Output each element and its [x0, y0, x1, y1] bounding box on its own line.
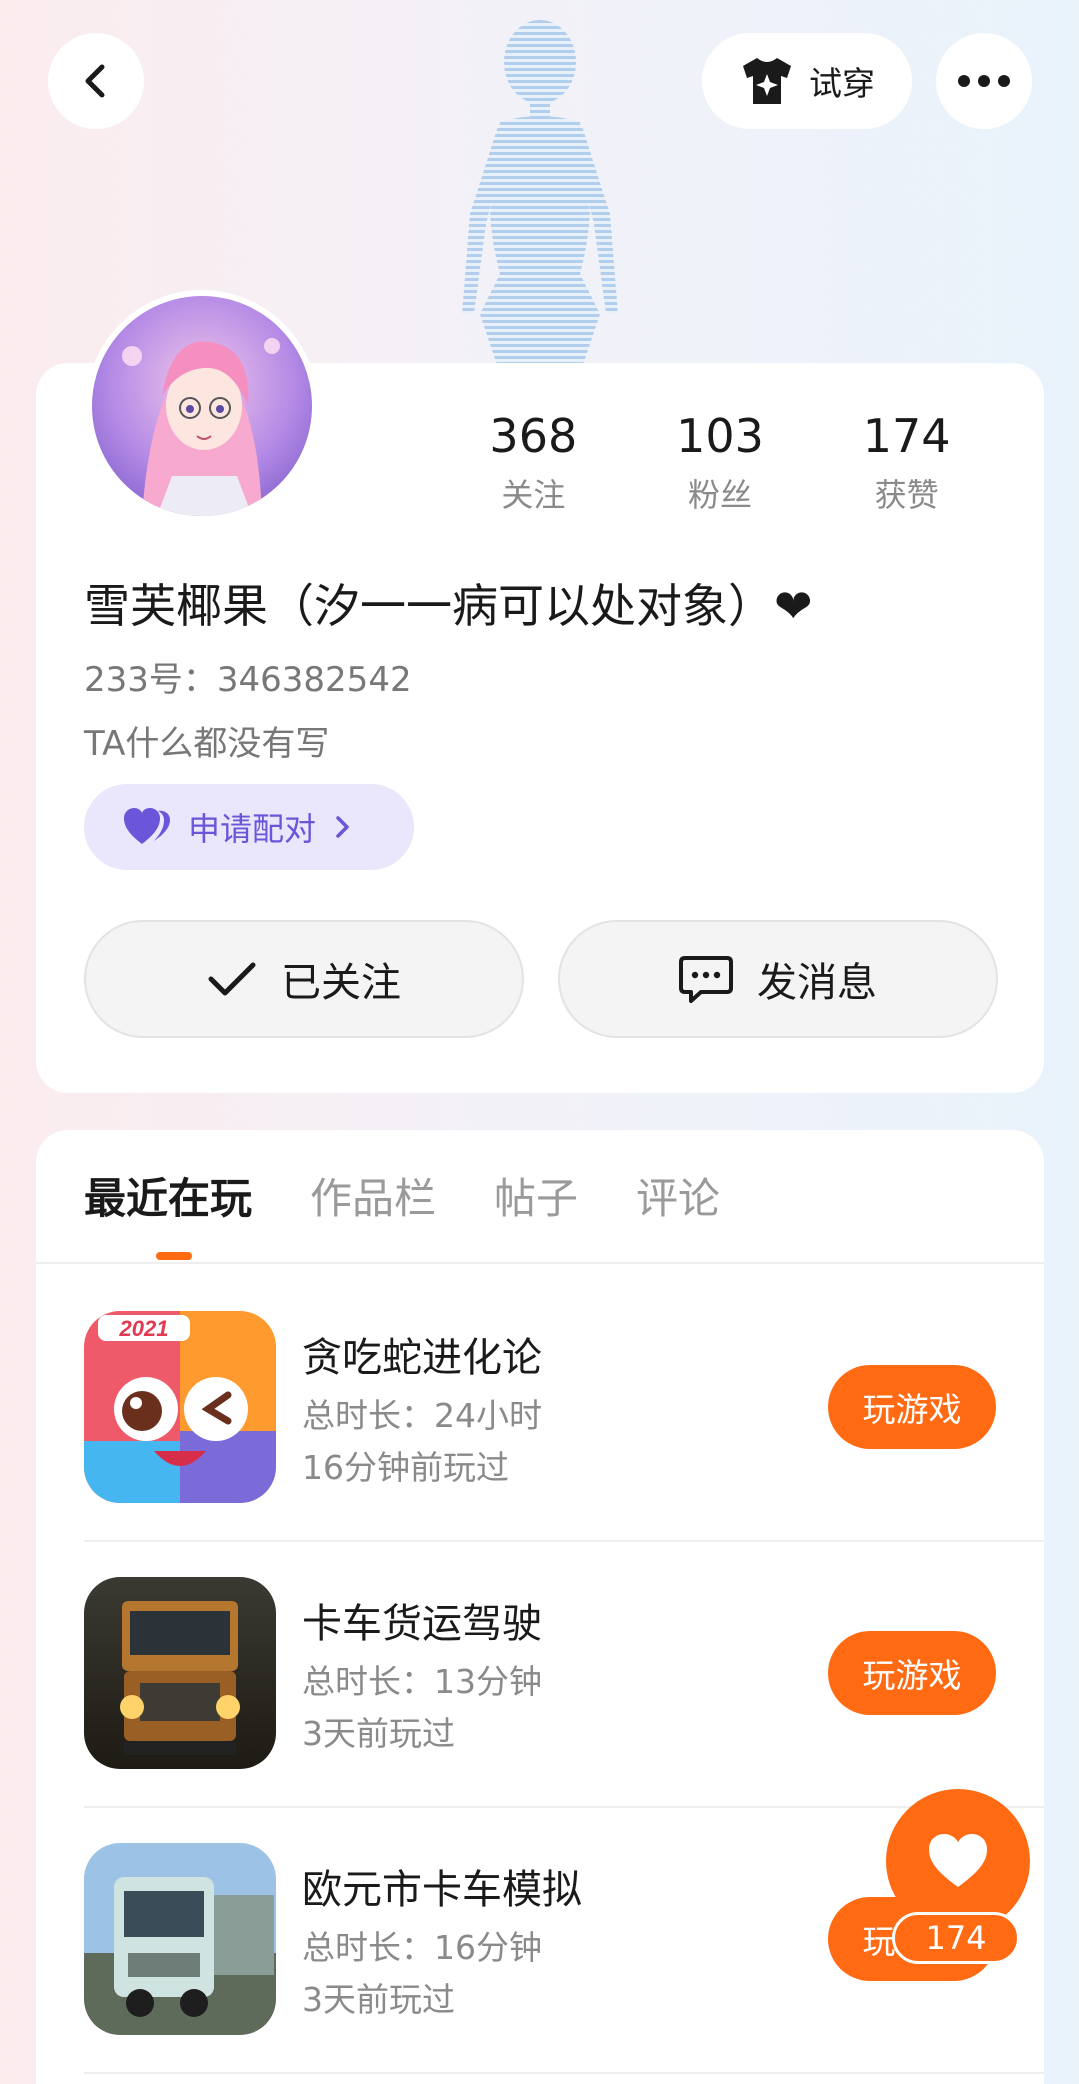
more-button[interactable]	[936, 33, 1032, 129]
tab-works[interactable]: 作品栏	[310, 1165, 436, 1226]
game-duration: 总时长：13分钟	[302, 1662, 542, 1701]
double-heart-icon	[124, 808, 170, 844]
stat-likes[interactable]: 174 获赞	[813, 408, 1000, 516]
play-game-button[interactable]: 玩游戏	[828, 1365, 996, 1449]
game-name: 贪吃蛇进化论	[302, 1335, 542, 1381]
game-duration: 总时长：24小时	[302, 1396, 542, 1435]
stat-value: 103	[676, 409, 764, 463]
row-divider	[84, 1806, 1044, 1808]
avatar-3d-figure	[462, 20, 618, 374]
send-message-label: 发消息	[757, 960, 877, 1006]
user-id: 233号：346382542	[84, 660, 412, 700]
tab-recently-played[interactable]: 最近在玩	[84, 1165, 252, 1226]
pair-request-label: 申请配对	[188, 810, 317, 848]
stat-following[interactable]: 368 关注	[440, 408, 627, 516]
game-icon-snake: 2021	[84, 1311, 276, 1503]
username: 雪芙椰果（汐一一病可以处对象）❤	[84, 579, 813, 633]
back-button[interactable]	[48, 33, 144, 129]
chat-bubble-icon	[679, 956, 733, 1003]
profile-stats: 368 关注 103 粉丝 174 获赞	[440, 408, 1000, 516]
active-tab-indicator	[156, 1252, 192, 1260]
row-divider	[84, 2072, 1044, 2074]
tshirt-sparkle-icon	[743, 58, 791, 104]
game-last-played: 16分钟前玩过	[302, 1448, 509, 1487]
tabs-divider	[36, 1262, 1044, 1264]
try-on-button[interactable]: 试穿	[702, 33, 912, 129]
user-bio: TA什么都没有写	[84, 724, 330, 764]
like-count-badge: 174	[892, 1912, 1020, 1964]
stat-fans[interactable]: 103 粉丝	[627, 408, 814, 516]
pair-request-button[interactable]: 申请配对	[84, 784, 414, 870]
stat-value: 368	[489, 409, 578, 463]
stat-value: 174	[862, 409, 951, 463]
followed-button[interactable]: 已关注	[84, 920, 524, 1038]
game-name: 卡车货运驾驶	[302, 1601, 542, 1647]
check-icon	[208, 962, 256, 996]
game-icon-badge: 2021	[119, 1316, 169, 1341]
tab-posts[interactable]: 帖子	[494, 1165, 578, 1226]
stat-label: 获赞	[874, 476, 939, 514]
game-last-played: 3天前玩过	[302, 1980, 455, 2019]
chevron-left-icon	[85, 64, 105, 98]
avatar[interactable]	[86, 290, 318, 522]
game-row[interactable]: 2021 贪吃蛇进化论 总时长：24小时 16分钟前玩过 玩游戏	[84, 1311, 1004, 1577]
play-game-button[interactable]: 玩游戏	[828, 1631, 996, 1715]
game-row[interactable]: 卡车货运驾驶 总时长：13分钟 3天前玩过 玩游戏	[84, 1577, 1004, 1843]
game-last-played: 3天前玩过	[302, 1714, 455, 1753]
game-icon-euro-truck	[84, 1843, 276, 2035]
game-duration: 总时长：16分钟	[302, 1928, 542, 1967]
game-row[interactable]: 欧元市卡车模拟 总时长：16分钟 3天前玩过 玩游戏	[84, 1843, 1004, 2084]
followed-label: 已关注	[281, 960, 401, 1006]
row-divider	[84, 1540, 1044, 1542]
game-icon-truck-cargo	[84, 1577, 276, 1769]
more-dots-icon	[958, 75, 1010, 87]
chevron-right-icon	[336, 816, 349, 838]
stat-label: 粉丝	[688, 476, 753, 514]
tab-comments[interactable]: 评论	[636, 1165, 720, 1226]
try-on-label: 试穿	[809, 64, 875, 103]
send-message-button[interactable]: 发消息	[558, 920, 998, 1038]
stat-label: 关注	[501, 476, 566, 514]
profile-tabs: 最近在玩 作品栏 帖子 评论	[84, 1165, 720, 1226]
game-name: 欧元市卡车模拟	[302, 1867, 582, 1913]
heart-icon	[929, 1834, 987, 1887]
